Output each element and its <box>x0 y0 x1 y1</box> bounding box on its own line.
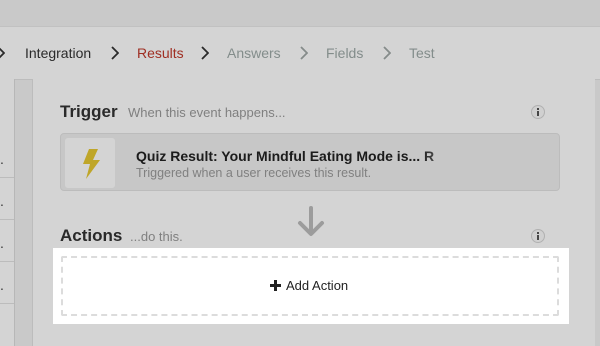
add-action-spotlight: Add Action <box>53 248 569 324</box>
add-action-button[interactable]: Add Action <box>61 256 559 316</box>
add-action-label: Add Action <box>286 278 349 293</box>
plus-icon <box>270 280 281 291</box>
